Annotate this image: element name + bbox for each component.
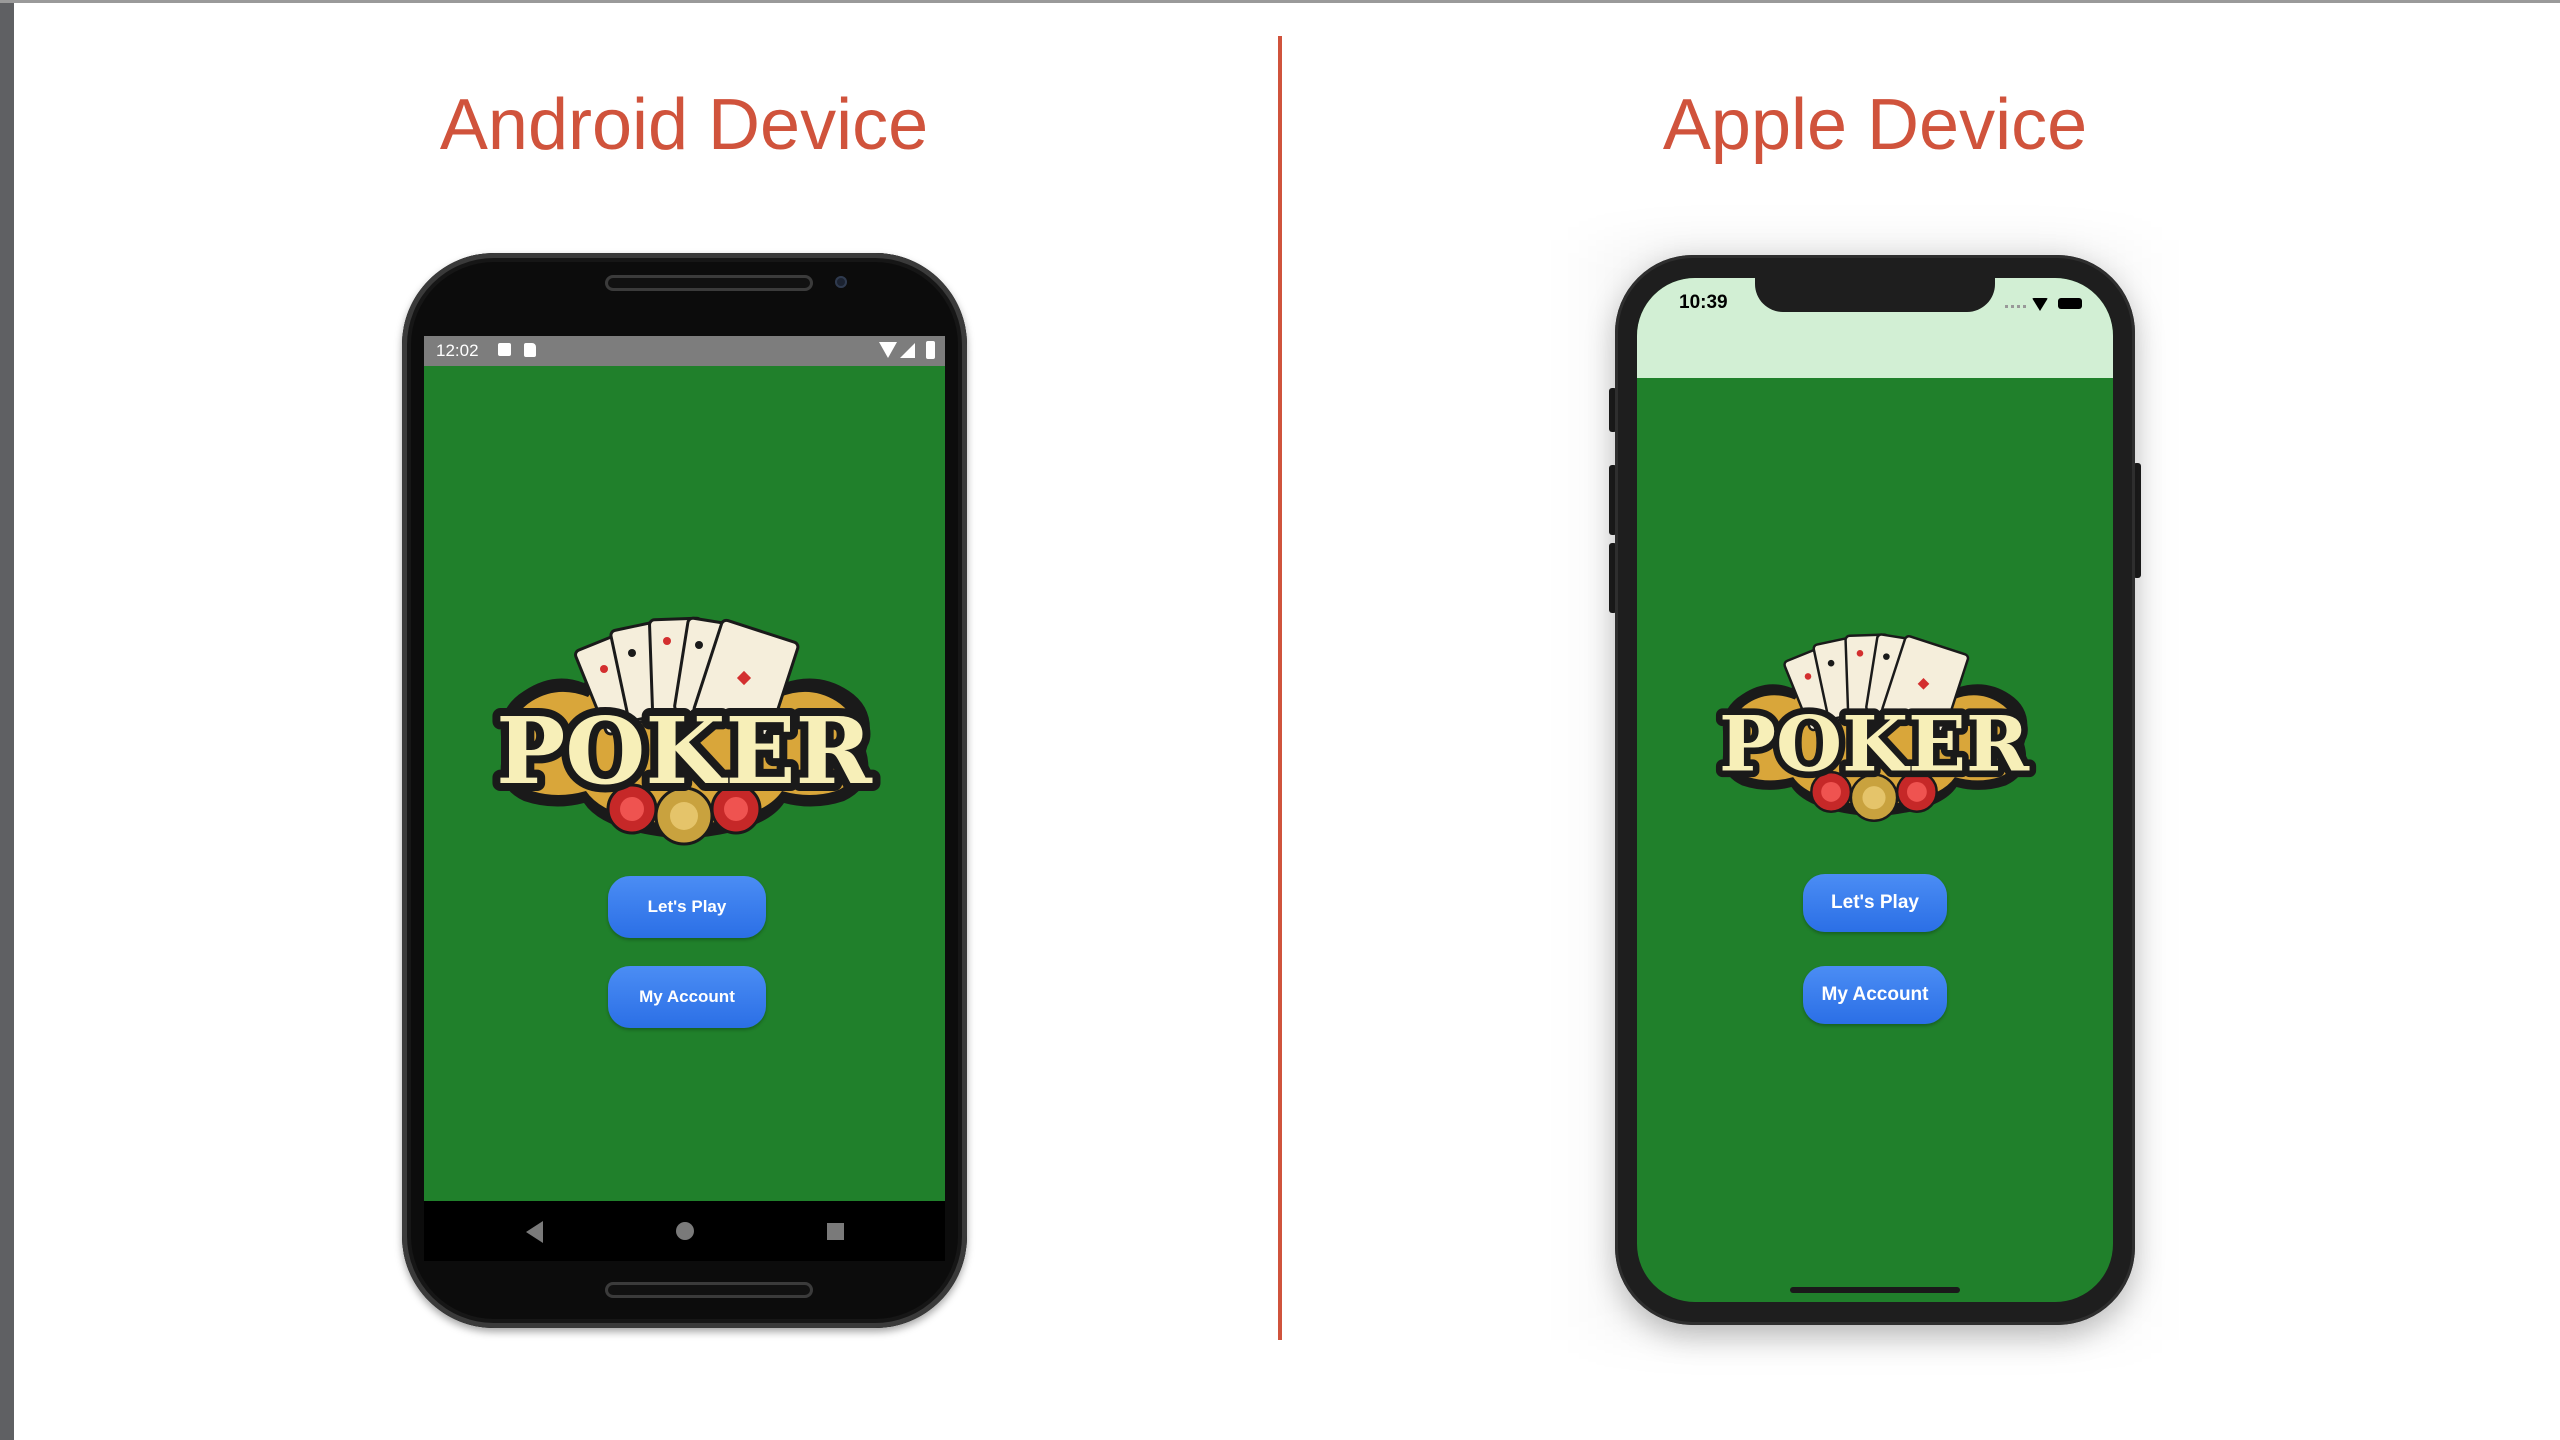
battery-icon	[926, 341, 935, 359]
poker-logo-graphic: POKER POKER	[488, 616, 880, 846]
back-icon[interactable]	[526, 1221, 543, 1243]
lets-play-button[interactable]: Let's Play	[1803, 874, 1947, 932]
android-heading: Android Device	[439, 85, 929, 165]
apple-heading: Apple Device	[1662, 85, 2088, 165]
status-time: 12:02	[436, 341, 479, 360]
front-camera	[835, 276, 847, 288]
my-account-button[interactable]: My Account	[1803, 966, 1947, 1024]
app-content: POKER POKER Let's Play My Account	[424, 366, 945, 1201]
iphone-screen: 10:39 POKER POKER Let's Play My Account	[1637, 278, 2113, 1302]
home-indicator[interactable]	[1790, 1287, 1960, 1293]
bottom-speaker	[605, 1282, 813, 1298]
android-status-bar: 12:02	[424, 336, 945, 366]
lets-play-button[interactable]: Let's Play	[608, 876, 766, 938]
poker-logo-graphic: POKER POKER	[1712, 633, 2037, 823]
poker-logo-text: POKER	[1719, 699, 2030, 788]
home-icon[interactable]	[676, 1222, 694, 1240]
window-left-edge	[0, 0, 14, 1440]
signal-dots-icon	[2005, 305, 2027, 308]
window-top-edge	[0, 0, 2560, 3]
android-screen: 12:02 POKER POKER Let's Play My Account	[424, 336, 945, 1201]
notification-icon	[498, 343, 511, 356]
recent-apps-icon[interactable]	[827, 1223, 844, 1240]
poker-logo: POKER POKER	[1709, 628, 2039, 823]
top-speaker	[605, 275, 813, 291]
ios-status-bar: 10:39	[1637, 278, 2113, 378]
wifi-icon	[2032, 298, 2048, 311]
vertical-divider	[1278, 36, 1282, 1340]
wifi-icon	[879, 342, 897, 358]
notch	[1755, 278, 1995, 312]
status-time: 10:39	[1679, 292, 1728, 313]
poker-logo: POKER POKER	[484, 611, 884, 846]
my-account-button[interactable]: My Account	[608, 966, 766, 1028]
sd-card-icon	[524, 343, 536, 357]
poker-logo-text: POKER	[496, 697, 872, 805]
battery-icon	[2058, 298, 2082, 309]
android-navigation-bar	[424, 1201, 945, 1261]
signal-icon	[900, 343, 915, 358]
